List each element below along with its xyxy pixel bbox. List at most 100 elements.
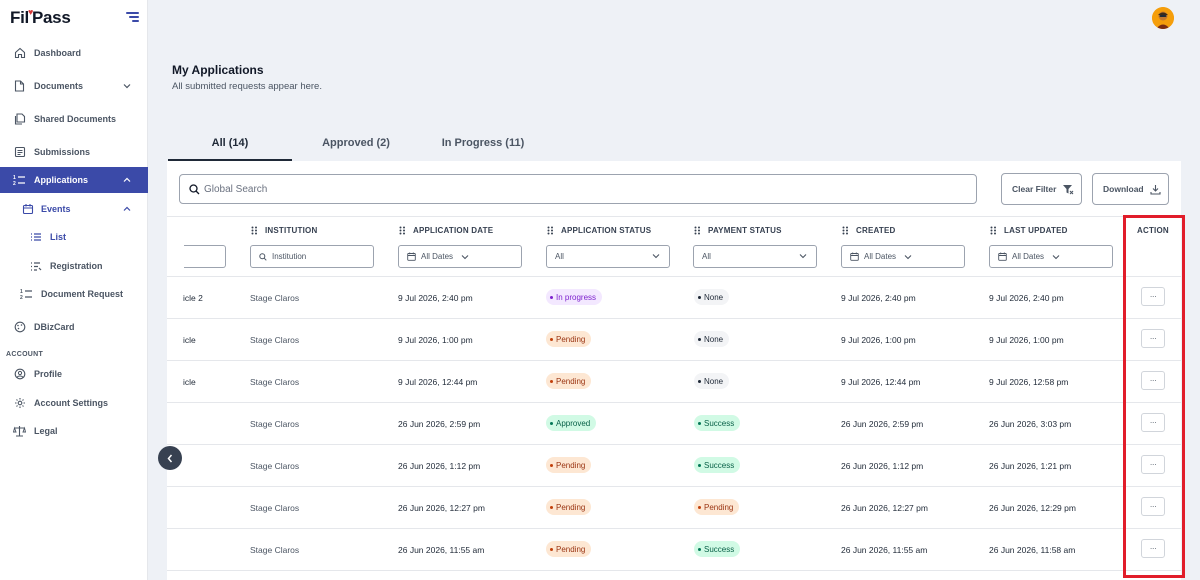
- row-action-button[interactable]: ···: [1141, 413, 1165, 432]
- truncated-cell: icle 2: [183, 293, 203, 303]
- row-action-button[interactable]: ···: [1141, 329, 1165, 348]
- column-header-payment-status[interactable]: PAYMENT STATUS: [694, 226, 782, 235]
- column-header-institution[interactable]: INSTITUTION: [251, 226, 317, 235]
- sidebar-item-submissions[interactable]: Submissions: [0, 139, 148, 165]
- column-header-last-updated[interactable]: LAST UPDATED: [990, 226, 1068, 235]
- table-row[interactable]: Stage Claros 26 Jun 2026, 2:59 pm Approved…: [167, 403, 1181, 445]
- list-icon: [29, 231, 42, 244]
- row-action-button[interactable]: ···: [1141, 371, 1165, 390]
- home-icon: [13, 47, 26, 60]
- drag-handle-icon[interactable]: [251, 226, 258, 235]
- submissions-icon: [13, 146, 26, 159]
- chevron-down-icon: [799, 254, 807, 259]
- payment-status-badge: Pending: [694, 499, 740, 515]
- drag-handle-icon[interactable]: [547, 226, 554, 235]
- table-row[interactable]: Stage Claros 26 Jun 2026, 11:55 am Pending…: [167, 529, 1181, 571]
- table-row[interactable]: Stage Claros 26 Jun 2026, 1:12 pm Pending S…: [167, 445, 1181, 487]
- svg-text:2: 2: [20, 295, 23, 300]
- last-updated-cell: 26 Jun 2026, 12:29 pm: [989, 503, 1076, 513]
- last-updated-cell: 26 Jun 2026, 3:03 pm: [989, 419, 1072, 429]
- drag-handle-icon[interactable]: [399, 226, 406, 235]
- sidebar-item-account-settings[interactable]: Account Settings: [0, 390, 148, 416]
- application-status-badge: Approved: [546, 415, 597, 431]
- column-header-application-date[interactable]: APPLICATION DATE: [399, 226, 493, 235]
- menu-toggle-icon[interactable]: [126, 12, 139, 22]
- application-status-filter[interactable]: All: [546, 245, 670, 268]
- tab-all[interactable]: All (14): [168, 125, 292, 161]
- application-date-cell: 26 Jun 2026, 12:27 pm: [398, 503, 485, 513]
- global-search: [179, 174, 977, 204]
- sidebar-item-applications[interactable]: 12 Applications: [0, 167, 148, 193]
- created-cell: 26 Jun 2026, 2:59 pm: [841, 419, 924, 429]
- collapse-sidebar-button[interactable]: [158, 446, 182, 470]
- application-status-badge: Pending: [546, 499, 592, 515]
- sidebar-item-legal[interactable]: Legal: [0, 418, 148, 444]
- sidebar-item-events[interactable]: Events: [0, 196, 148, 222]
- application-date-cell: 9 Jul 2026, 12:44 pm: [398, 377, 478, 387]
- document-icon: [13, 80, 26, 93]
- avatar[interactable]: [1152, 7, 1174, 29]
- tab-in-progress[interactable]: In Progress (11): [428, 125, 538, 161]
- application-date-cell: 9 Jul 2026, 1:00 pm: [398, 335, 473, 345]
- chevron-down-icon: [123, 84, 131, 89]
- drag-handle-icon[interactable]: [990, 226, 997, 235]
- calendar-icon: [21, 203, 34, 216]
- sidebar-item-shared-documents[interactable]: Shared Documents: [0, 106, 148, 132]
- last-updated-cell: 9 Jul 2026, 1:00 pm: [989, 335, 1064, 345]
- shared-documents-icon: [13, 113, 26, 126]
- chevron-left-icon: [167, 454, 173, 462]
- download-button[interactable]: Download: [1092, 173, 1169, 205]
- app-logo[interactable]: Fil♥Pass: [10, 7, 71, 28]
- sidebar-item-document-request[interactable]: 12 Document Request: [0, 281, 148, 307]
- drag-handle-icon[interactable]: [842, 226, 849, 235]
- payment-status-filter[interactable]: All: [693, 245, 817, 268]
- sidebar-item-dashboard[interactable]: Dashboard: [0, 40, 148, 66]
- sidebar-item-dbizcard[interactable]: DBizCard: [0, 314, 148, 340]
- applications-panel: Clear Filter Download INSTITUTION Instit…: [167, 161, 1181, 580]
- application-date-filter[interactable]: All Dates: [398, 245, 522, 268]
- numbered-list-icon: 12: [13, 174, 26, 187]
- application-date-cell: 26 Jun 2026, 2:59 pm: [398, 419, 481, 429]
- tab-approved[interactable]: Approved (2): [305, 125, 407, 161]
- table-row[interactable]: icle 2 Stage Claros 9 Jul 2026, 2:40 pm In …: [167, 277, 1181, 319]
- drag-handle-icon[interactable]: [694, 226, 701, 235]
- payment-status-badge: None: [694, 373, 730, 389]
- institution-cell: Stage Claros: [250, 419, 300, 429]
- institution-cell: Stage Claros: [250, 377, 300, 387]
- sidebar-item-list[interactable]: List: [0, 224, 148, 250]
- palette-icon: [13, 321, 26, 334]
- table-row[interactable]: icle Stage Claros 9 Jul 2026, 12:44 pm Pend…: [167, 361, 1181, 403]
- column-header-created[interactable]: CREATED: [842, 226, 895, 235]
- scale-icon: [13, 425, 26, 438]
- calendar-icon: [407, 252, 416, 261]
- institution-cell: Stage Claros: [250, 461, 300, 471]
- row-action-button[interactable]: ···: [1141, 287, 1165, 306]
- truncated-column-filter[interactable]: [184, 245, 226, 268]
- created-filter[interactable]: All Dates: [841, 245, 965, 268]
- clear-filter-button[interactable]: Clear Filter: [1001, 173, 1082, 205]
- chevron-up-icon: [123, 206, 131, 211]
- page-subtitle: All submitted requests appear here.: [172, 81, 322, 92]
- search-input[interactable]: [204, 181, 964, 197]
- payment-status-badge: Success: [694, 415, 741, 431]
- created-cell: 26 Jun 2026, 12:27 pm: [841, 503, 928, 513]
- row-action-button[interactable]: ···: [1141, 497, 1165, 516]
- sidebar-item-documents[interactable]: Documents: [0, 73, 148, 99]
- last-updated-cell: 9 Jul 2026, 12:58 pm: [989, 377, 1069, 387]
- truncated-cell: icle: [183, 377, 196, 387]
- calendar-icon: [998, 252, 1007, 261]
- row-action-button[interactable]: ···: [1141, 539, 1165, 558]
- sidebar-item-registration[interactable]: Registration: [0, 253, 148, 279]
- column-header-application-status[interactable]: APPLICATION STATUS: [547, 226, 651, 235]
- payment-status-badge: Success: [694, 457, 741, 473]
- table-row[interactable]: Stage Claros 26 Jun 2026, 12:27 pm Pending…: [167, 487, 1181, 529]
- sidebar-item-profile[interactable]: Profile: [0, 361, 148, 387]
- row-action-button[interactable]: ···: [1141, 455, 1165, 474]
- heart-icon: ♥: [27, 7, 33, 17]
- truncated-cell: icle: [183, 335, 196, 345]
- institution-filter[interactable]: Institution: [250, 245, 374, 268]
- application-date-cell: 26 Jun 2026, 1:12 pm: [398, 461, 481, 471]
- table-row[interactable]: icle Stage Claros 9 Jul 2026, 1:00 pm Pendi…: [167, 319, 1181, 361]
- section-label-account: ACCOUNT: [6, 351, 44, 358]
- last-updated-filter[interactable]: All Dates: [989, 245, 1113, 268]
